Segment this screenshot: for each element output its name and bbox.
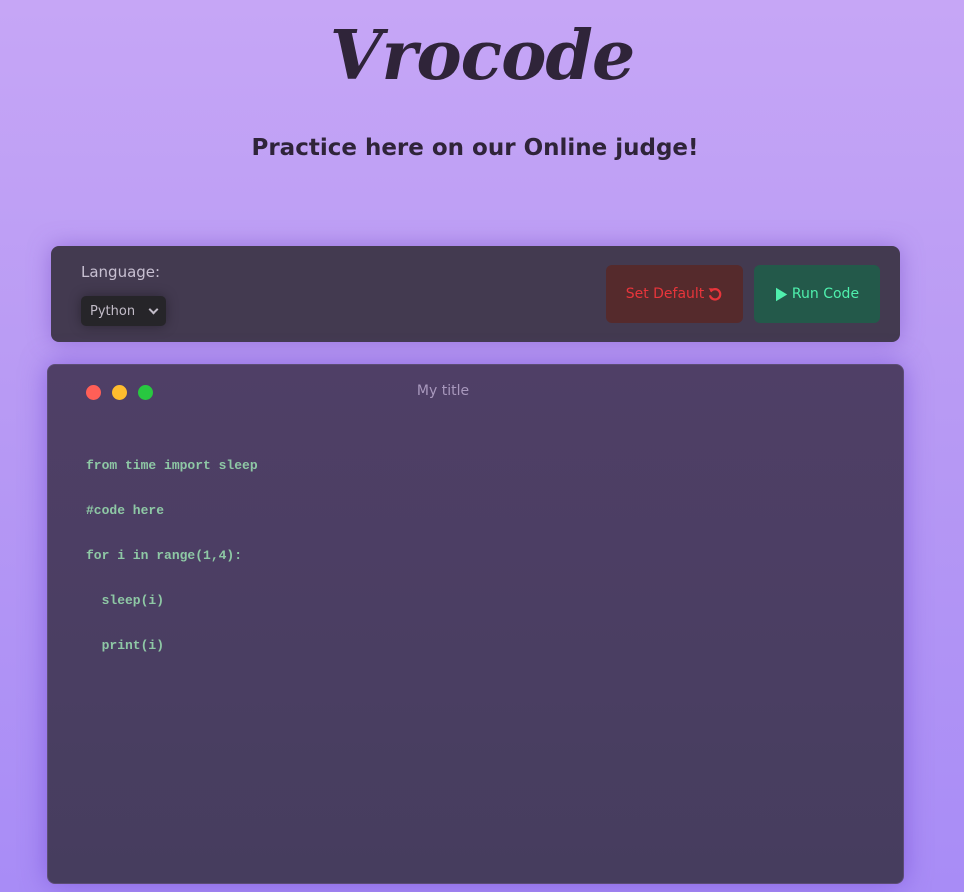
code-editor-content[interactable]: from time import sleep #code here for i …	[86, 428, 258, 683]
chevron-down-icon	[148, 304, 159, 314]
page-subtitle: Practice here on our Online judge!	[251, 135, 699, 161]
run-code-label: Run Code	[791, 286, 860, 302]
play-icon	[775, 287, 788, 301]
set-default-label: Set Default	[625, 286, 705, 302]
code-line: #code here	[86, 503, 165, 518]
language-select[interactable]: Python	[81, 296, 166, 326]
code-line: for i in range(1,4):	[86, 548, 243, 563]
code-line: from time import sleep	[86, 458, 258, 473]
editor-title: My title	[416, 383, 470, 399]
set-default-button[interactable]: Set Default	[606, 265, 743, 323]
language-label: Language:	[81, 263, 161, 281]
code-editor-window: My title from time import sleep #code he…	[47, 364, 904, 884]
code-line: print(i)	[86, 638, 165, 653]
code-line: sleep(i)	[86, 593, 165, 608]
run-code-button[interactable]: Run Code	[754, 265, 880, 323]
undo-icon	[708, 288, 722, 301]
editor-toolbar: Language: Python Set Default Run Code	[51, 246, 900, 342]
language-select-value: Python	[90, 303, 136, 319]
site-logo: Vrocode	[329, 16, 636, 96]
